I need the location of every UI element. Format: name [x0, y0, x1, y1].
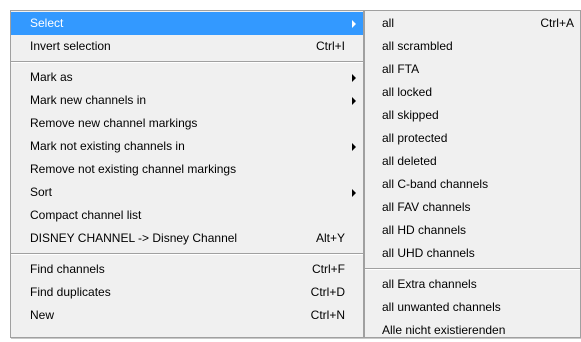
submenu-item-all-scrambled[interactable]: all scrambled: [365, 35, 580, 58]
menu-item-mark-new-channels-in[interactable]: Mark new channels in: [11, 89, 363, 112]
menu-separator: [11, 61, 363, 63]
submenu-item-all-protected[interactable]: all protected: [365, 127, 580, 150]
submenu-item-all-unwanted-channels[interactable]: all unwanted channels: [365, 296, 580, 319]
menu-item-label: Find channels: [30, 262, 105, 276]
submenu-item-label: all protected: [382, 131, 448, 145]
submenu-arrow-icon: [352, 143, 356, 151]
submenu-item-label: all locked: [382, 85, 433, 99]
submenu-item-alle-nicht-existierenden[interactable]: Alle nicht existierenden: [365, 319, 580, 342]
submenu-item-all-skipped[interactable]: all skipped: [365, 104, 580, 127]
select-submenu: all Ctrl+A all scrambled all FTA all loc…: [364, 10, 581, 338]
submenu-item-label: all scrambled: [382, 39, 453, 53]
menu-item-rename-disney-channel[interactable]: DISNEY CHANNEL -> Disney Channel Alt+Y: [11, 227, 363, 250]
menu-item-label: Invert selection: [30, 39, 111, 53]
menu-item-label: Remove new channel markings: [30, 116, 198, 130]
menu-item-shortcut: Alt+Y: [315, 231, 345, 245]
menu-separator: [365, 268, 580, 270]
menu-item-compact-channel-list[interactable]: Compact channel list: [11, 204, 363, 227]
menu-separator: [11, 253, 363, 255]
submenu-item-all-fta[interactable]: all FTA: [365, 58, 580, 81]
menu-item-label: Sort: [30, 185, 53, 199]
submenu-item-label: all FAV channels: [382, 200, 471, 214]
submenu-item-label: Alle nicht existierenden: [382, 323, 506, 337]
submenu-item-label: all skipped: [382, 108, 439, 122]
menu-item-new[interactable]: New Ctrl+N: [11, 304, 363, 327]
submenu-item-all-deleted[interactable]: all deleted: [365, 150, 580, 173]
menu-item-label: Remove not existing channel markings: [30, 162, 237, 176]
submenu-arrow-icon: [352, 74, 356, 82]
menu-item-find-channels[interactable]: Find channels Ctrl+F: [11, 258, 363, 281]
menu-item-find-duplicates[interactable]: Find duplicates Ctrl+D: [11, 281, 363, 304]
submenu-item-label: all HD channels: [382, 223, 467, 237]
submenu-item-label: all unwanted channels: [382, 300, 501, 314]
menu-item-label: Mark new channels in: [30, 93, 147, 107]
menu-item-label: Mark not existing channels in: [30, 139, 185, 153]
menu-item-label: Compact channel list: [30, 208, 142, 222]
submenu-item-label: all FTA: [382, 62, 420, 76]
submenu-item-all-extra-channels[interactable]: all Extra channels: [365, 273, 580, 296]
submenu-item-label: all UHD channels: [382, 246, 475, 260]
menu-item-shortcut: Ctrl+F: [312, 262, 345, 276]
menu-item-sort[interactable]: Sort: [11, 181, 363, 204]
submenu-arrow-icon: [352, 20, 356, 28]
submenu-item-all-c-band-channels[interactable]: all C-band channels: [365, 173, 580, 196]
menu-item-label: New: [30, 308, 55, 322]
menu-item-label: Mark as: [30, 70, 73, 84]
menu-item-remove-new-channel-markings[interactable]: Remove new channel markings: [11, 112, 363, 135]
submenu-item-all-hd-channels[interactable]: all HD channels: [365, 219, 580, 242]
menu-item-mark-as[interactable]: Mark as: [11, 66, 363, 89]
menu-item-remove-not-existing-channel-markings[interactable]: Remove not existing channel markings: [11, 158, 363, 181]
menu-item-shortcut: Ctrl+I: [315, 39, 345, 53]
menu-item-mark-not-existing-channels-in[interactable]: Mark not existing channels in: [11, 135, 363, 158]
submenu-item-label: all Extra channels: [382, 277, 477, 291]
submenu-item-label: all C-band channels: [382, 177, 489, 191]
submenu-arrow-icon: [352, 97, 356, 105]
submenu-item-shortcut: Ctrl+A: [540, 16, 574, 30]
menu-item-label: Find duplicates: [30, 285, 111, 299]
menu-item-invert-selection[interactable]: Invert selection Ctrl+I: [11, 35, 363, 58]
submenu-item-all[interactable]: all Ctrl+A: [365, 12, 580, 35]
submenu-item-label: all deleted: [382, 154, 437, 168]
context-menu: Select Invert selection Ctrl+I Mark as M…: [10, 10, 364, 338]
menu-item-shortcut: Ctrl+N: [310, 308, 345, 322]
submenu-item-all-uhd-channels[interactable]: all UHD channels: [365, 242, 580, 265]
menu-item-label: DISNEY CHANNEL -> Disney Channel: [30, 231, 238, 245]
menu-item-label: Select: [30, 16, 64, 30]
menu-item-shortcut: Ctrl+D: [310, 285, 345, 299]
submenu-item-label: all: [382, 16, 395, 30]
submenu-arrow-icon: [352, 189, 356, 197]
menu-item-select[interactable]: Select: [11, 12, 363, 35]
submenu-item-all-fav-channels[interactable]: all FAV channels: [365, 196, 580, 219]
submenu-item-all-locked[interactable]: all locked: [365, 81, 580, 104]
